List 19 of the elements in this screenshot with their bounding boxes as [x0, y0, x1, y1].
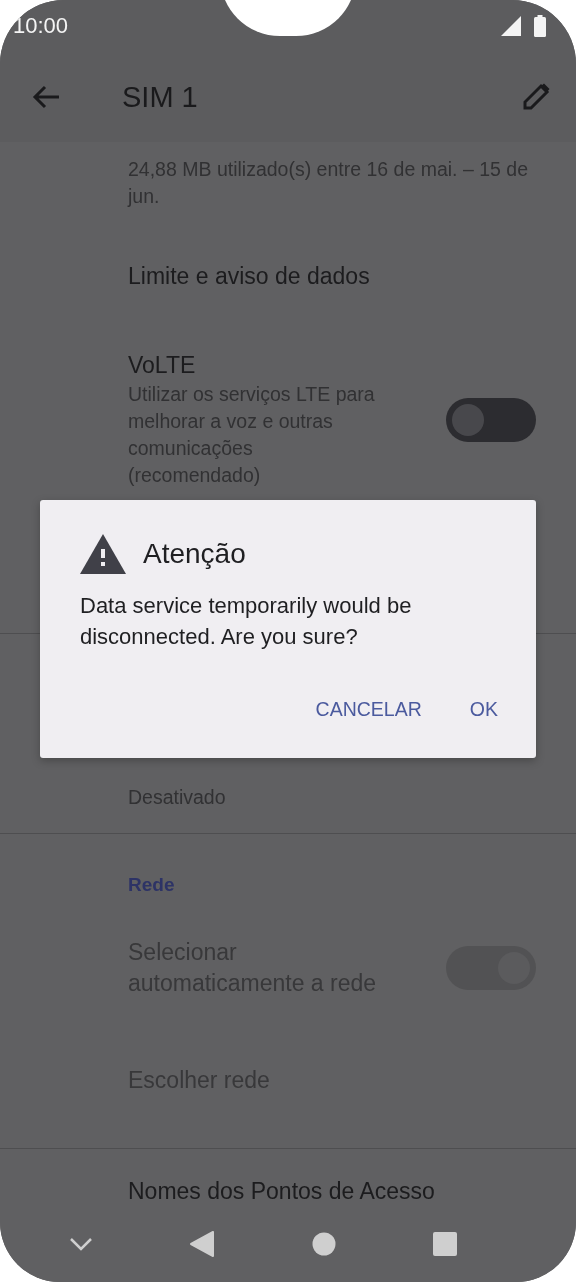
back-icon[interactable]	[32, 85, 60, 109]
battery-icon	[534, 15, 546, 37]
back-triangle-icon[interactable]	[190, 1230, 215, 1257]
status-time: 10:00	[13, 13, 69, 39]
setting-title[interactable]: Nomes dos Pontos de Acesso	[128, 1175, 536, 1205]
setting-title[interactable]: VoLTE	[128, 350, 390, 381]
chevron-down-icon[interactable]	[68, 1236, 93, 1251]
home-icon[interactable]	[311, 1231, 336, 1256]
cancel-button[interactable]: CANCELAR	[301, 690, 436, 729]
dialog-message: Data service temporarily would be disconnected. Are you sure?	[80, 592, 413, 651]
ok-button[interactable]: OK	[455, 690, 512, 729]
toggle-switch[interactable]	[446, 397, 536, 442]
recents-icon[interactable]	[433, 1231, 458, 1256]
pencil-icon[interactable]	[522, 83, 550, 111]
signal-icon	[500, 15, 522, 37]
setting-title[interactable]: Limite e aviso de dados	[128, 260, 536, 292]
screen-title: SIM 1	[122, 80, 199, 114]
warning-icon	[80, 534, 126, 574]
dialog-title: Atenção	[143, 538, 246, 570]
